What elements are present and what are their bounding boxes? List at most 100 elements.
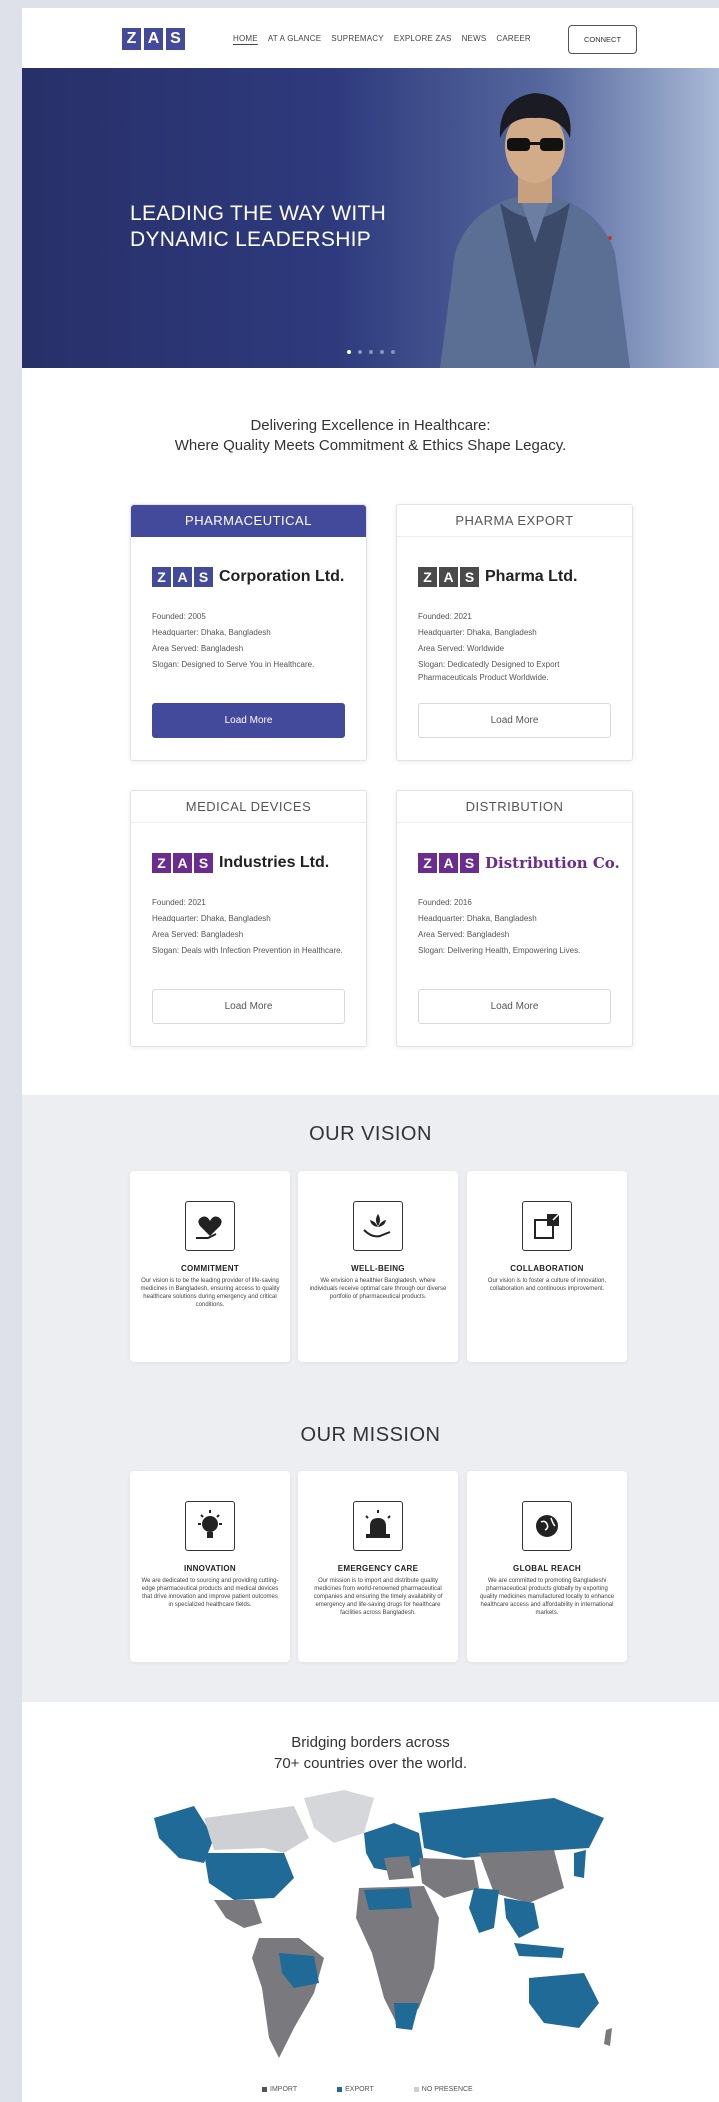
heart-hand-icon [185,1201,235,1251]
mission-card: GLOBAL REACH We are committed to promoti… [467,1471,627,1662]
load-more-button[interactable]: Load More [418,703,611,738]
vision-text: We envision a healthier Bangladesh, wher… [309,1278,447,1300]
nav-news[interactable]: NEWS [462,34,487,43]
vision-mission-section: OUR VISION COMMITMENT Our vision is to b… [22,1095,719,1702]
company-card: PHARMACEUTICAL Z A S Corporation Ltd. Fo… [130,504,367,761]
page: Z A S HOME AT A GLANCE SUPREMACY EXPLORE… [22,8,719,2102]
load-more-button[interactable]: Load More [152,703,345,738]
slogan-text: Slogan: Designed to Serve You in Healthc… [152,660,315,669]
slogan-text: Slogan: Deals with Infection Prevention … [152,946,343,955]
nav-supremacy[interactable]: SUPREMACY [331,34,383,43]
brand-letter: Z [418,567,437,587]
brand-letter: A [439,853,458,873]
founded-text: Founded: 2016 [418,898,472,907]
brand-letter: Z [152,567,171,587]
company-card: DISTRIBUTION Z A S Distribution Co. Foun… [396,790,633,1047]
hero-title-line: LEADING THE WAY WITH [130,202,387,225]
lightbulb-icon [185,1501,235,1551]
card-category[interactable]: PHARMACEUTICAL [131,505,366,537]
slogan-text: Slogan: Delivering Health, Empowering Li… [418,946,581,955]
hero-title-line: DYNAMIC LEADERSHIP [130,228,372,251]
founded-text: Founded: 2005 [152,612,206,621]
legend-swatch [413,2087,419,2092]
brand-letter: Z [418,853,437,873]
card-category[interactable]: DISTRIBUTION [397,791,632,823]
brand-letter: A [173,853,192,873]
slide-dot[interactable] [391,350,395,354]
mission-title: OUR MISSION [300,1424,441,1446]
mission-text: We are dedicated to sourcing and providi… [141,1578,279,1608]
brand-letter: S [194,567,213,587]
map-title-line: Bridging borders across [291,1734,450,1751]
area-served-text: Area Served: Bangladesh [418,930,510,939]
load-more-button[interactable]: Load More [152,989,345,1024]
area-served-text: Area Served: Bangladesh [152,930,244,939]
map-title-line: 70+ countries over the world. [273,1755,468,1772]
vision-heading: WELL-BEING [351,1264,405,1273]
card-category[interactable]: PHARMA EXPORT [397,505,632,537]
top-navigation: Z A S HOME AT A GLANCE SUPREMACY EXPLORE… [22,8,719,68]
slide-dot[interactable] [347,350,351,354]
company-brand: Z A S Industries Ltd. [152,853,329,873]
vision-title: OUR VISION [309,1123,432,1145]
brand-name: Industries Ltd. [219,854,330,871]
legend-import: IMPORT [262,2086,297,2093]
globe-icon [522,1501,572,1551]
brand-letter: A [439,567,458,587]
headquarter-text: Headquarter: Dhaka, Bangladesh [418,628,537,637]
map-title: Bridging borders across 70+ countries ov… [22,1732,719,1774]
brand-letter: S [460,567,479,587]
slide-dot[interactable] [358,350,362,354]
company-brand: Z A S Pharma Ltd. [418,567,577,587]
intro-line: Delivering Excellence in Healthcare: [250,417,491,434]
nav-home[interactable]: HOME [233,34,258,43]
vision-heading: COMMITMENT [180,1264,240,1273]
brand-letter: S [194,853,213,873]
nav-career[interactable]: CAREER [496,34,531,43]
legend-no-presence: NO PRESENCE [413,2086,473,2093]
connect-button[interactable]: CONNECT [568,25,637,54]
founded-text: Founded: 2021 [152,898,206,907]
leader-portrait-image [440,93,630,368]
area-served-text: Area Served: Bangladesh [152,644,244,653]
card-category[interactable]: MEDICAL DEVICES [131,791,366,823]
area-served-text: Area Served: Worldwide [418,644,505,653]
intro-line: Where Quality Meets Commitment & Ethics … [174,437,567,454]
logo-letter: S [166,28,185,50]
logo-letter: A [144,28,163,50]
legend-label: EXPORT [345,2086,374,2093]
legend-export: EXPORT [337,2086,374,2093]
map-legend: IMPORT EXPORT NO PRESENCE [262,2086,473,2093]
legend-swatch [262,2087,267,2092]
load-more-button[interactable]: Load More [418,989,611,1024]
company-info: Founded: 2005 Headquarter: Dhaka, Bangla… [152,610,352,674]
zas-logo[interactable]: Z A S [122,28,185,50]
vision-heading: COLLABORATION [510,1264,584,1273]
mission-card: INNOVATION We are dedicated to sourcing … [130,1471,290,1662]
slide-dot[interactable] [380,350,384,354]
hero-banner: LEADING THE WAY WITH DYNAMIC LEADERSHIP [22,68,719,368]
legend-swatch [337,2087,343,2092]
legend-label: NO PRESENCE [421,2086,473,2093]
siren-icon [353,1501,403,1551]
brand-name: Distribution Co. [485,854,620,872]
company-brand: Z A S Distribution Co. [418,853,620,873]
nav-explore-zas[interactable]: EXPLORE ZAS [394,34,452,43]
lotus-hand-icon [353,1201,403,1251]
mission-heading: EMERGENCY CARE [337,1564,419,1573]
legend-label: IMPORT [270,2086,298,2093]
brand-letter: S [460,853,479,873]
company-info: Founded: 2016 Headquarter: Dhaka, Bangla… [418,896,618,960]
company-info: Founded: 2021 Headquarter: Dhaka, Bangla… [152,896,352,960]
hero-title: LEADING THE WAY WITH DYNAMIC LEADERSHIP [130,201,430,253]
slide-dot[interactable] [369,350,373,354]
vision-text: Our vision is to be the leading provider… [140,1278,280,1308]
puzzle-icon [522,1201,572,1251]
world-presence-map [154,1790,612,2058]
mission-heading: INNOVATION [183,1564,237,1573]
brand-letter: Z [152,853,171,873]
nav-at-a-glance[interactable]: AT A GLANCE [268,34,321,43]
vision-card: WELL-BEING We envision a healthier Bangl… [298,1171,458,1362]
mission-text: Our mission is to import and distribute … [313,1578,443,1616]
company-card: MEDICAL DEVICES Z A S Industries Ltd. Fo… [130,790,367,1047]
